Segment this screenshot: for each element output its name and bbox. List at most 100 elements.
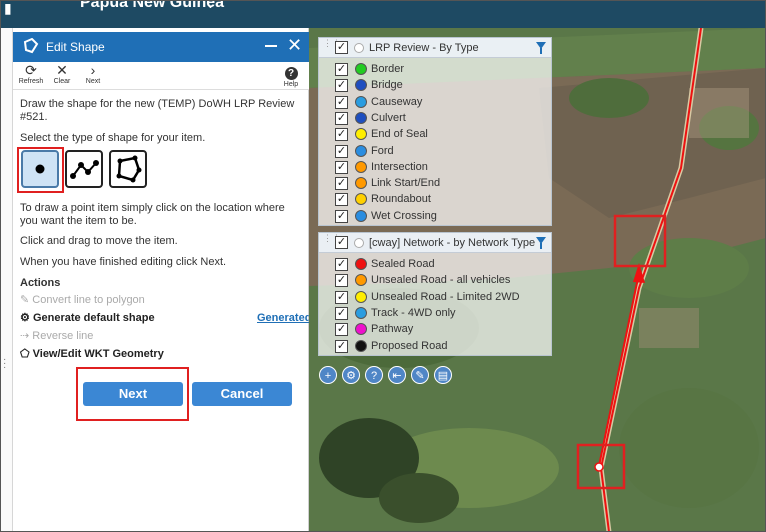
resize-handle[interactable]: · · · (3, 355, 6, 373)
minimize-button[interactable] (265, 45, 277, 47)
legend-item[interactable]: ✓ Unsealed Road - all vehicles (319, 273, 551, 289)
generated-link[interactable]: Generated (257, 312, 311, 325)
instruction-drag: Click and drag to move the item. (20, 235, 178, 247)
next-button[interactable]: Next (83, 382, 183, 406)
settings-icon[interactable]: ⚙ (342, 366, 360, 384)
zoom-in-icon[interactable]: + (319, 366, 337, 384)
legend-checkbox[interactable]: ✓ (335, 323, 348, 337)
layer-radio[interactable] (354, 43, 364, 53)
legend-item[interactable]: ✓ Unsealed Road - Limited 2WD (319, 290, 551, 306)
legend-item[interactable]: ✓ Sealed Road (319, 257, 551, 273)
home-icon[interactable]: ⇤ (388, 366, 406, 384)
legend-swatch (355, 95, 367, 108)
legend-label: Unsealed Road - all vehicles (371, 274, 511, 287)
layer-checkbox[interactable]: ✓ (335, 41, 348, 54)
panel-header: Edit Shape ✕ (13, 32, 309, 62)
clear-label: Clear (53, 78, 71, 85)
legend-checkbox[interactable]: ✓ (335, 63, 348, 76)
help-label: Help (283, 81, 299, 88)
legend-item[interactable]: ✓ Culvert (319, 111, 551, 127)
legend-checkbox[interactable]: ✓ (335, 128, 348, 142)
legend-checkbox[interactable]: ✓ (335, 306, 348, 320)
clear-icon: ✕ (56, 62, 68, 78)
chevron-right-icon: › (90, 62, 96, 78)
legend-label: Intersection (371, 160, 428, 173)
legend-checkbox[interactable]: ✓ (335, 177, 348, 191)
refresh-icon: ⟳ (25, 62, 37, 78)
legend-checkbox[interactable]: ✓ (335, 95, 348, 109)
legend-item[interactable]: ✓ Wet Crossing (319, 209, 551, 225)
legend-item[interactable]: ✓ End of Seal (319, 127, 551, 143)
legend-checkbox[interactable]: ✓ (335, 160, 348, 174)
gear-icon: ⚙ (20, 312, 30, 324)
next-toolbar-button[interactable]: › Next (77, 62, 109, 86)
legend-checkbox[interactable]: ✓ (335, 193, 348, 207)
clear-button[interactable]: ✕ Clear (46, 62, 78, 86)
legend-item[interactable]: ✓ Proposed Road (319, 339, 551, 355)
help-button[interactable]: ? Help (275, 63, 307, 88)
chevron-down-icon[interactable]: ⌄ (205, 0, 216, 12)
polygon-shape-button[interactable] (109, 150, 147, 188)
intro-text: Draw the shape for the new (TEMP) DoWH L… (20, 98, 295, 123)
help-icon[interactable]: ? (365, 366, 383, 384)
print-icon[interactable]: ▤ (434, 366, 452, 384)
legend-checkbox[interactable]: ✓ (335, 79, 348, 93)
legend-item[interactable]: ✓ Ford (319, 144, 551, 160)
legend-item[interactable]: ✓ Intersection (319, 160, 551, 176)
convert-label: Convert line to polygon (32, 294, 145, 306)
edit-icon[interactable]: ✎ (411, 366, 429, 384)
lrp-layer-panel: ⋮⋮ ✓ LRP Review - By Type ✓ Border ✓ Bridge… (318, 37, 552, 226)
point-shape-button[interactable] (21, 150, 59, 188)
legend-label: Link Start/End (371, 177, 441, 190)
legend-label: Wet Crossing (371, 209, 437, 222)
legend-swatch (355, 63, 367, 75)
legend-checkbox[interactable]: ✓ (335, 111, 348, 125)
wkt-action[interactable]: ⬠ View/Edit WKT Geometry (20, 348, 164, 361)
legend-swatch (355, 144, 367, 157)
reverse-line-action: ⇢ Reverse line (20, 330, 93, 343)
legend-checkbox[interactable]: ✓ (335, 274, 348, 288)
region-title[interactable]: Papua New Guinea (80, 0, 224, 12)
legend-checkbox[interactable]: ✓ (335, 144, 348, 158)
convert-line-action: ✎ Convert line to polygon (20, 294, 145, 307)
panel-title: Edit Shape (46, 40, 105, 54)
legend-swatch (355, 193, 367, 206)
filter-icon[interactable] (536, 237, 546, 249)
legend-item[interactable]: ✓ Causeway (319, 95, 551, 111)
legend-swatch (355, 79, 367, 92)
legend-checkbox[interactable]: ✓ (335, 339, 348, 353)
line-icon (70, 160, 99, 179)
polygon-shape-icon (116, 155, 142, 183)
filter-icon[interactable] (536, 42, 546, 54)
generate-default-action[interactable]: ⚙ Generate default shape (20, 312, 155, 325)
legend-item[interactable]: ✓ Border (319, 62, 551, 78)
next-label: Next (85, 78, 101, 85)
legend-item[interactable]: ✓ Bridge (319, 78, 551, 94)
point-icon (35, 164, 45, 174)
network-layer-header: ⋮⋮ ✓ [cway] Network - by Network Type (319, 233, 551, 253)
legend-item[interactable]: ✓ Track - 4WD only (319, 306, 551, 322)
instruction-point: To draw a point item simply click on the… (20, 202, 285, 227)
layer-checkbox[interactable]: ✓ (335, 236, 348, 249)
legend-item[interactable]: ✓ Link Start/End (319, 176, 551, 192)
layer-radio[interactable] (354, 238, 364, 248)
legend-checkbox[interactable]: ✓ (335, 209, 348, 223)
legend-checkbox[interactable]: ✓ (335, 258, 348, 271)
line-shape-button[interactable] (65, 150, 103, 188)
legend-swatch (355, 274, 367, 287)
layer-title: [cway] Network - by Network Type (369, 237, 536, 249)
legend-checkbox[interactable]: ✓ (335, 290, 348, 304)
menu-icon[interactable]: ▮ (4, 0, 12, 17)
legend-item[interactable]: ✓ Roundabout (319, 192, 551, 208)
legend-item[interactable]: ✓ Pathway (319, 322, 551, 338)
legend-label: Track - 4WD only (371, 306, 456, 319)
legend-swatch (355, 306, 367, 319)
legend-swatch (355, 160, 367, 173)
close-button[interactable]: ✕ (287, 36, 302, 54)
refresh-button[interactable]: ⟳ Refresh (15, 62, 47, 86)
polygon-icon (23, 38, 39, 54)
instruction-done: When you have finished editing click Nex… (20, 256, 227, 268)
layer-title: LRP Review - By Type (369, 42, 479, 54)
help-icon: ? (284, 67, 298, 80)
cancel-button[interactable]: Cancel (192, 382, 292, 406)
